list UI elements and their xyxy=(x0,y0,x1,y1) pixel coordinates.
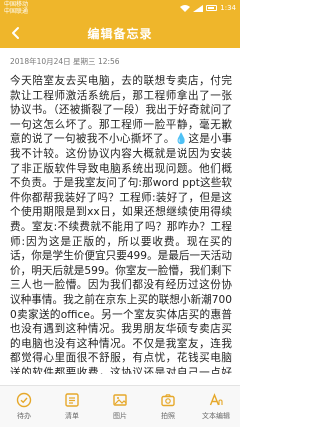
signal-icon xyxy=(193,4,204,12)
app-bar: 编辑备忘录 xyxy=(0,18,240,48)
todo-label: 待办 xyxy=(17,412,31,420)
image-label: 图片 xyxy=(113,412,127,420)
list-label: 清单 xyxy=(65,412,79,420)
list-button[interactable]: 清单 xyxy=(48,387,96,427)
note-timestamp: 2018年10月24日 星期三 12:56 xyxy=(10,57,120,66)
carrier-info: 中国移动 中国联通 xyxy=(4,1,29,16)
image-button[interactable]: 图片 xyxy=(96,387,144,427)
camera-label: 拍照 xyxy=(161,412,175,420)
camera-button[interactable]: 拍照 xyxy=(144,387,192,427)
text-format-label: 文本编辑 xyxy=(202,412,230,420)
text-format-button[interactable]: 文本编辑 xyxy=(192,387,240,427)
todo-button[interactable]: 待办 xyxy=(0,387,48,427)
camera-icon xyxy=(160,392,176,408)
status-icons: 1:34 xyxy=(180,4,236,12)
note-body-editor[interactable]: 今天陪室友去买电脑，去的联想专卖店，付完款让工程师激活系统后，那工程师拿出了一张… xyxy=(10,74,232,374)
bottom-toolbar: 待办 清单 图片 拍照 文本编辑 xyxy=(0,385,240,427)
carrier-line-2: 中国联通 xyxy=(4,7,29,15)
text-format-icon xyxy=(208,392,224,408)
todo-icon xyxy=(16,392,32,408)
battery-icon xyxy=(206,5,218,12)
list-icon xyxy=(64,392,80,408)
page-title: 编辑备忘录 xyxy=(87,27,153,41)
clock: 1:34 xyxy=(220,4,236,12)
image-icon xyxy=(112,392,128,408)
wifi-icon xyxy=(180,4,191,12)
status-bar: 中国移动 中国联通 1:34 xyxy=(0,0,240,18)
